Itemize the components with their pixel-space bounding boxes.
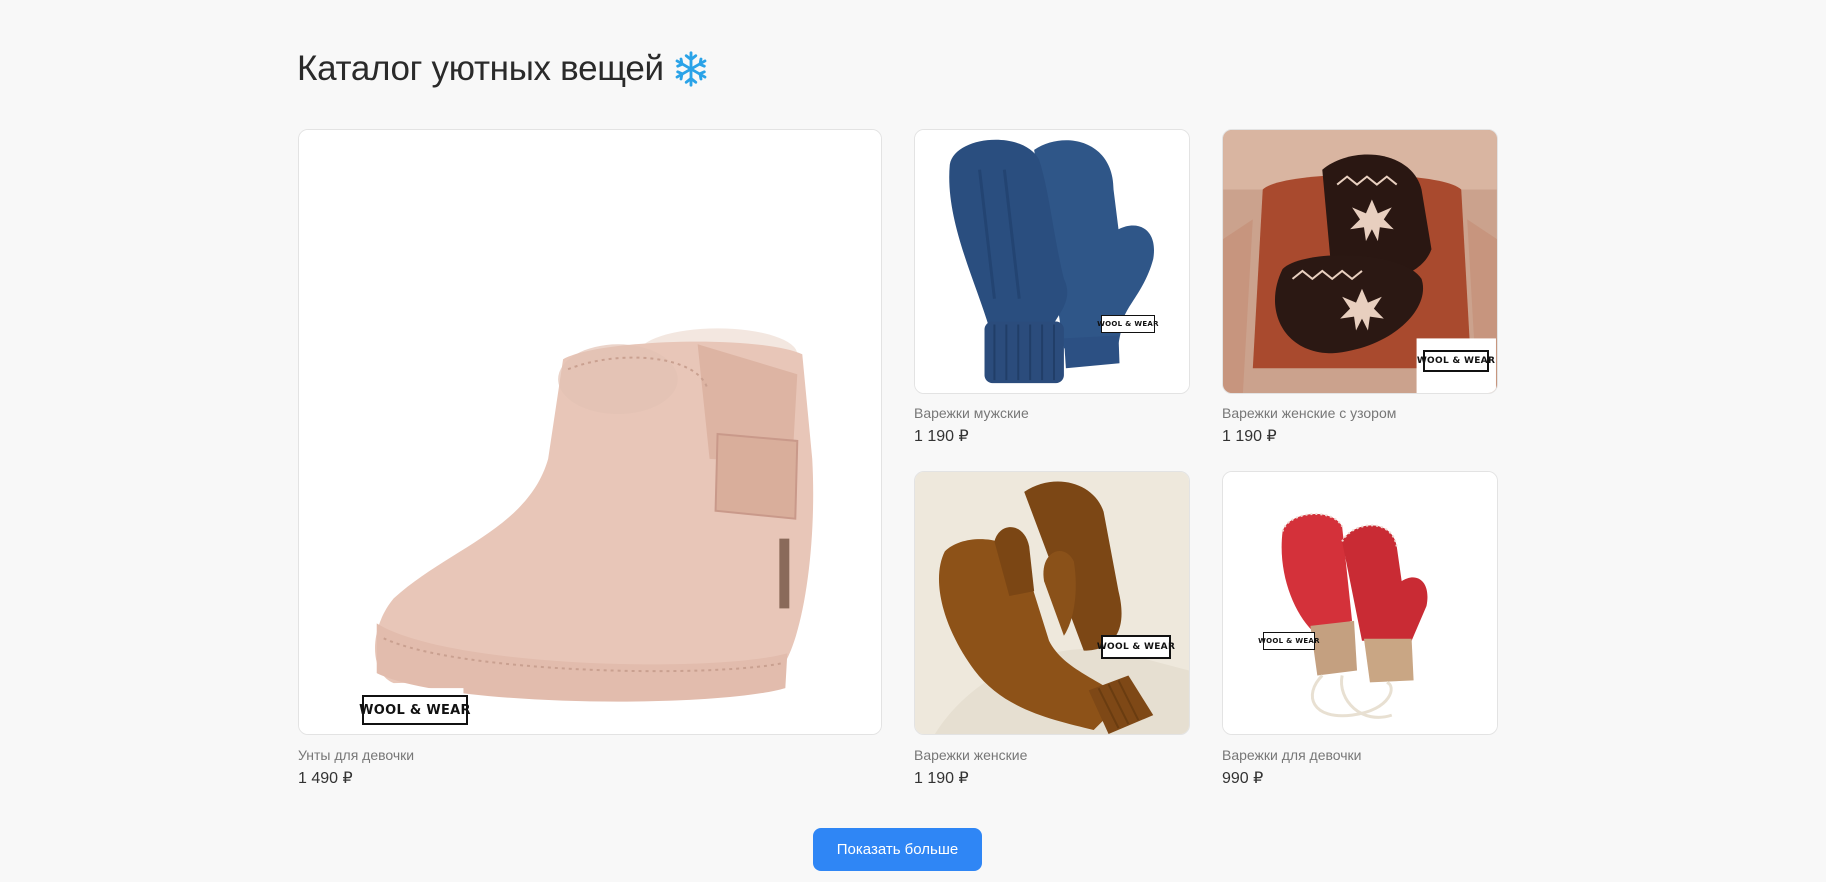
product-price: 1 190 ₽ [914, 428, 969, 445]
page-title: Каталог уютных вещей [297, 49, 664, 88]
show-more-button[interactable]: Показать больше [813, 828, 982, 871]
product-price: 1 490 ₽ [298, 770, 353, 787]
mittens-image [915, 130, 1189, 393]
snowflake-icon [675, 51, 707, 87]
product-name[interactable]: Унты для девочки [298, 747, 414, 763]
product-image[interactable]: WOOL & WEAR [1222, 471, 1498, 735]
product-image[interactable]: WOOL & WEAR [914, 129, 1190, 394]
product-price: 1 190 ₽ [1222, 428, 1277, 445]
page-header: Каталог уютных вещей [297, 44, 710, 94]
product-image[interactable]: WOOL & WEAR [298, 129, 882, 735]
product-image[interactable]: WOOL & WEAR [1222, 129, 1498, 394]
product-price: 990 ₽ [1222, 770, 1264, 787]
brand-logo: WOOL & WEAR [1417, 350, 1495, 372]
brand-logo: WOOL & WEAR [1097, 635, 1175, 659]
product-name[interactable]: Варежки мужские [914, 405, 1029, 421]
product-name[interactable]: Варежки женские [914, 747, 1027, 763]
product-name[interactable]: Варежки для девочки [1222, 747, 1362, 763]
product-name[interactable]: Варежки женские с узором [1222, 405, 1396, 421]
brand-logo: WOOL & WEAR [359, 695, 471, 725]
product-price: 1 190 ₽ [914, 770, 969, 787]
boot-image [299, 130, 881, 734]
product-image[interactable]: WOOL & WEAR [914, 471, 1190, 735]
brand-logo: WOOL & WEAR [1258, 632, 1320, 650]
brand-logo: WOOL & WEAR [1097, 315, 1159, 333]
mittens-image [1223, 472, 1497, 734]
mittens-image [915, 472, 1189, 734]
